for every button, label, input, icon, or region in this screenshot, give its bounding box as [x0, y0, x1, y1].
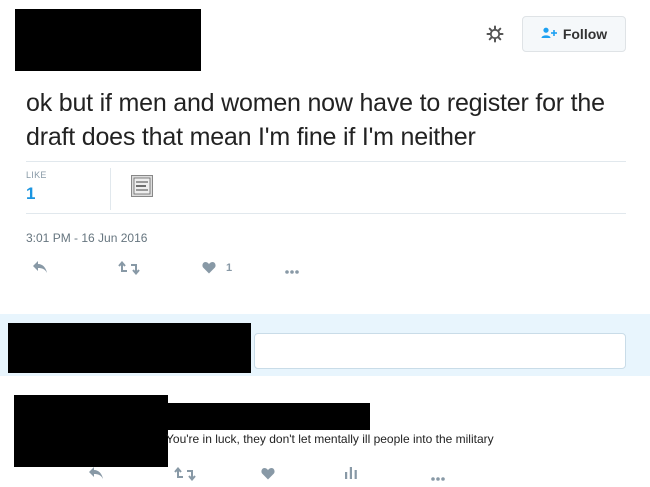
- redacted-user-avatar: [8, 323, 251, 373]
- more-icon[interactable]: [284, 262, 300, 280]
- retweet-icon[interactable]: [118, 260, 140, 280]
- follow-button-label: Follow: [562, 26, 608, 42]
- gear-icon[interactable]: [486, 25, 504, 43]
- reply-input[interactable]: [254, 333, 626, 369]
- retweet-icon[interactable]: [174, 466, 196, 486]
- divider: [26, 213, 626, 214]
- reply-icon[interactable]: [32, 260, 48, 279]
- reply-text: You're in luck, they don't let mentally …: [166, 432, 494, 446]
- redacted-reply-author: [168, 403, 370, 430]
- heart-icon[interactable]: [202, 261, 216, 279]
- stats-divider: [110, 168, 111, 210]
- more-icon[interactable]: [430, 469, 446, 487]
- tweet-text: ok but if men and women now have to regi…: [26, 89, 605, 151]
- reply-icon[interactable]: [88, 466, 104, 485]
- divider: [26, 161, 626, 162]
- analytics-icon[interactable]: [344, 465, 358, 484]
- like-count: 1: [226, 262, 233, 274]
- liker-avatar[interactable]: [131, 175, 153, 197]
- follow-button[interactable]: Follow: [522, 16, 626, 52]
- like-stat-count[interactable]: 1: [26, 184, 35, 204]
- redacted-reply-avatar: [14, 395, 168, 467]
- heart-icon[interactable]: [261, 467, 275, 485]
- tweet-timestamp[interactable]: 3:01 PM - 16 Jun 2016: [26, 231, 147, 245]
- like-stat-label: LIKE: [26, 170, 47, 180]
- add-person-icon: [541, 27, 557, 42]
- redacted-author-block: [15, 9, 201, 71]
